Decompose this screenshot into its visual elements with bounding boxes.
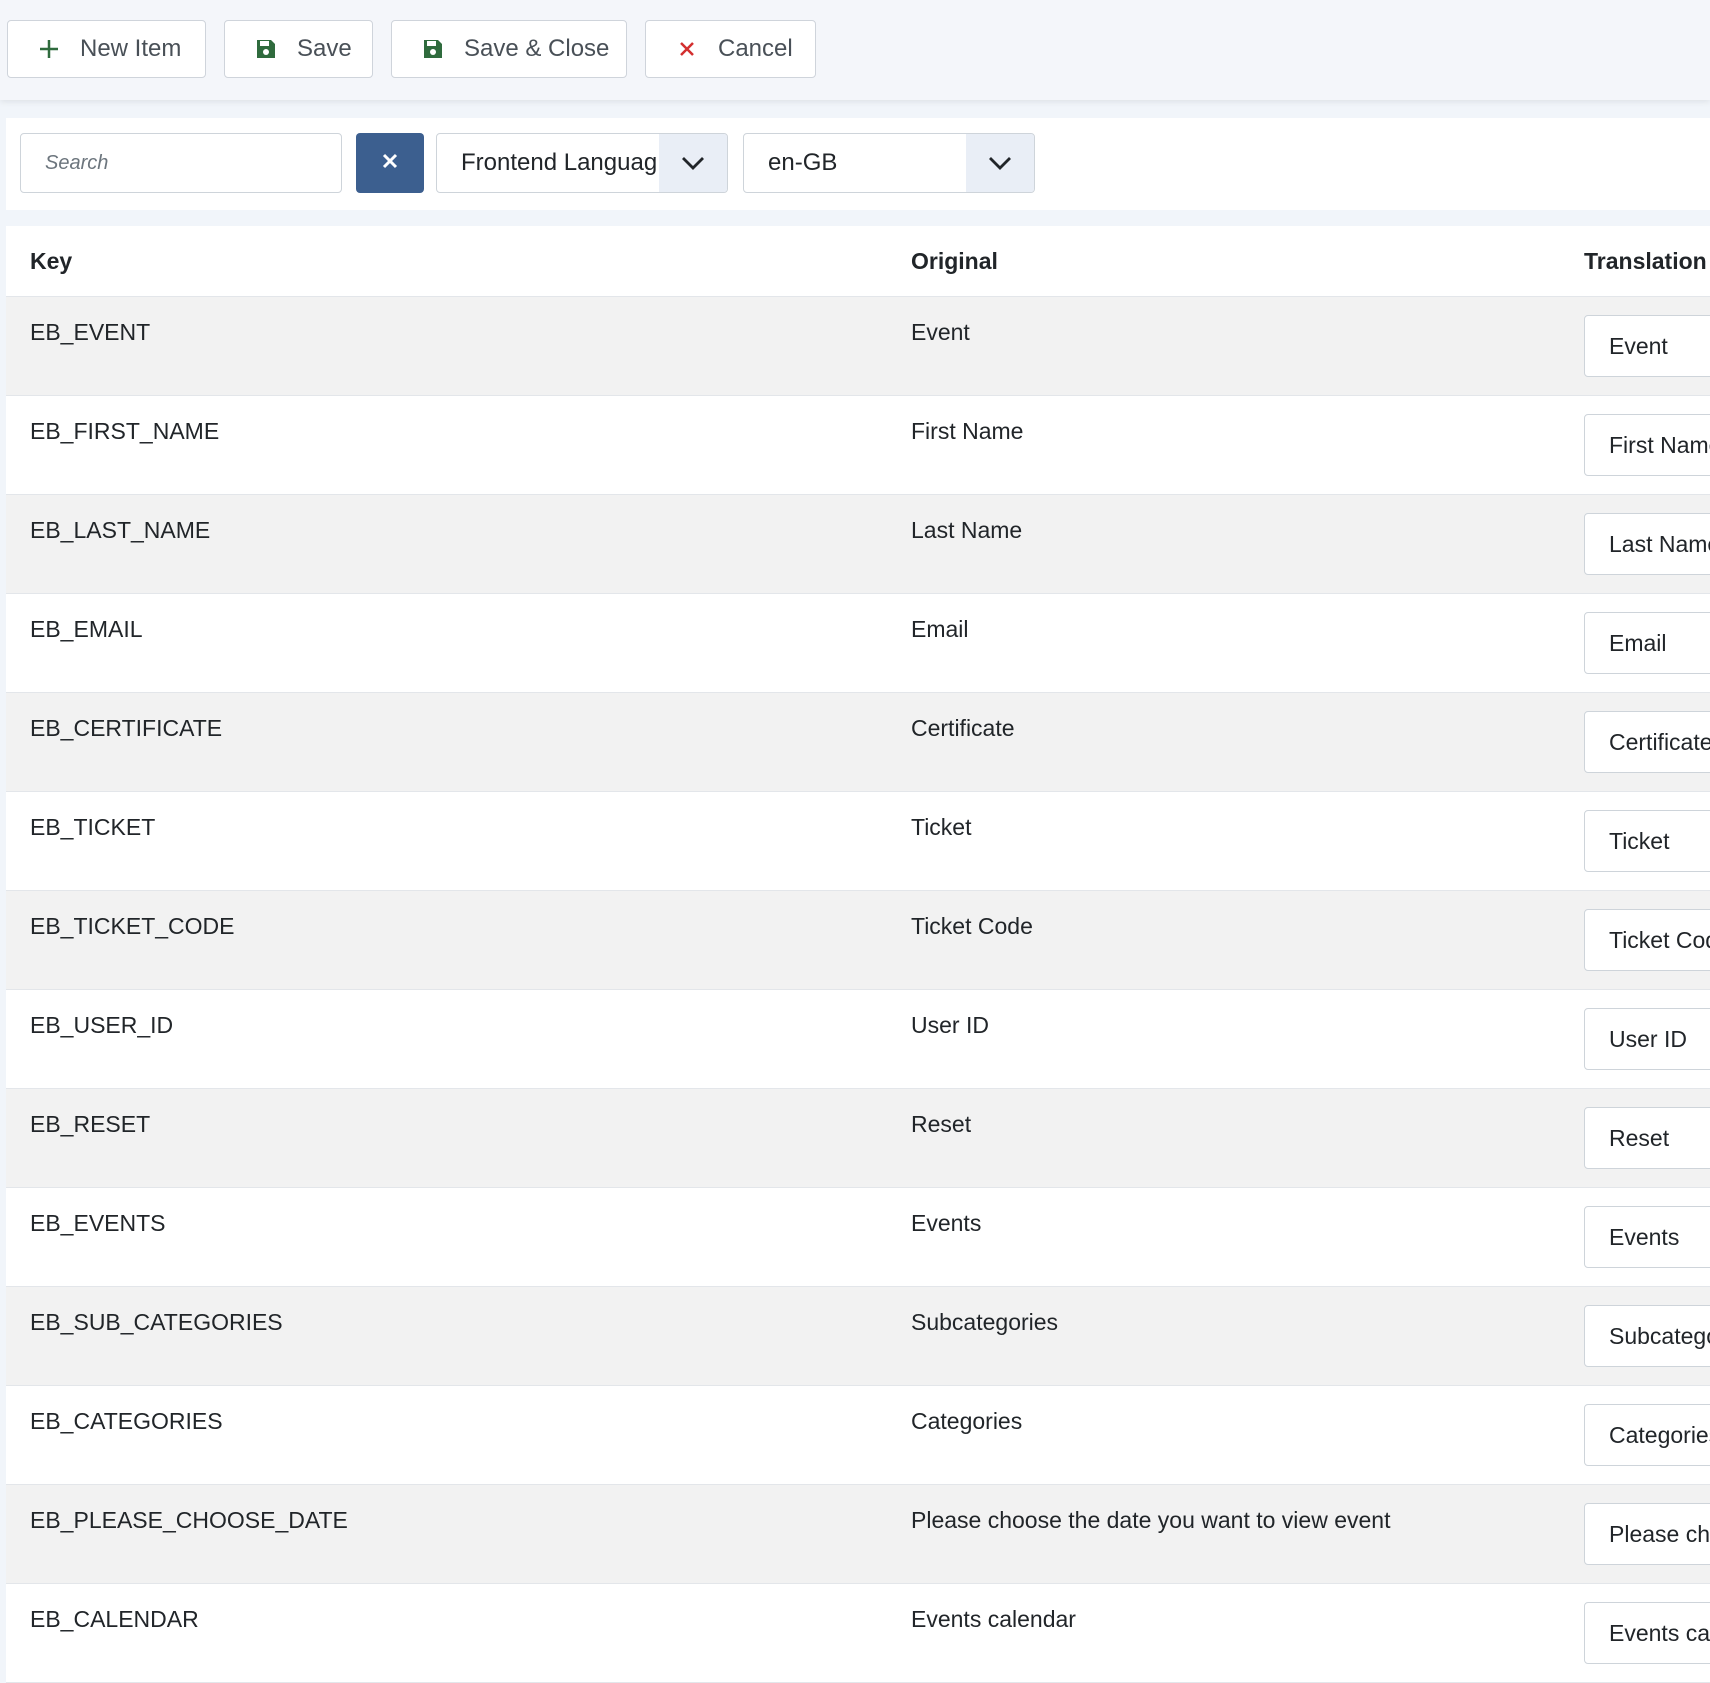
plus-icon xyxy=(34,34,64,64)
table-row: EB_CERTIFICATE Certificate xyxy=(6,693,1710,792)
header-translation: Translation xyxy=(1584,248,1707,274)
row-key: EB_SUB_CATEGORIES xyxy=(30,1309,283,1335)
row-key: EB_TICKET xyxy=(30,814,156,840)
row-key: EB_CATEGORIES xyxy=(30,1408,223,1434)
table-row: EB_LAST_NAME Last Name xyxy=(6,495,1710,594)
translation-input[interactable] xyxy=(1584,315,1710,377)
close-icon xyxy=(672,34,702,64)
table-header: Key Original Translation xyxy=(6,226,1710,297)
row-key: EB_EVENTS xyxy=(30,1210,166,1236)
table-row: EB_EVENT Event xyxy=(6,297,1710,396)
table-row: EB_FIRST_NAME First Name xyxy=(6,396,1710,495)
language-type-select[interactable]: Frontend Languag xyxy=(436,133,728,193)
header-key: Key xyxy=(30,248,73,274)
clear-search-button[interactable] xyxy=(356,133,424,193)
table-row: EB_TICKET_CODE Ticket Code xyxy=(6,891,1710,990)
row-key: EB_CERTIFICATE xyxy=(30,715,223,741)
table-row: EB_CATEGORIES Categories xyxy=(6,1386,1710,1485)
translation-input[interactable] xyxy=(1584,1206,1710,1268)
translation-input[interactable] xyxy=(1584,1602,1710,1664)
row-key: EB_TICKET_CODE xyxy=(30,913,235,939)
cancel-button[interactable]: Cancel xyxy=(645,20,816,78)
translation-table: Key Original Translation EB_EVENTEventEB… xyxy=(6,226,1710,1683)
save-label: Save xyxy=(297,35,352,62)
table-row: EB_SUB_CATEGORIES Subcategories xyxy=(6,1287,1710,1386)
row-original: Certificate xyxy=(911,715,1015,741)
new-item-button[interactable]: New Item xyxy=(7,20,206,78)
translation-input[interactable] xyxy=(1584,1305,1710,1367)
translation-input[interactable] xyxy=(1584,1503,1710,1565)
chevron-down-icon xyxy=(966,134,1034,192)
language-code-select[interactable]: en-GB xyxy=(743,133,1035,193)
row-original: Last Name xyxy=(911,517,1023,543)
table-row: EB_USER_ID User ID xyxy=(6,990,1710,1089)
row-key: EB_EVENT xyxy=(30,319,151,345)
table-row: EB_EVENTS Events xyxy=(6,1188,1710,1287)
row-key: EB_EMAIL xyxy=(30,616,143,642)
toolbar: New Item Save Save & Close Cancel xyxy=(0,0,1710,100)
translation-input[interactable] xyxy=(1584,1008,1710,1070)
save-button[interactable]: Save xyxy=(224,20,373,78)
close-icon xyxy=(381,152,399,175)
translation-input[interactable] xyxy=(1584,909,1710,971)
row-original: Please choose the date you want to view … xyxy=(911,1507,1391,1533)
header-original: Original xyxy=(911,248,998,274)
translation-input[interactable] xyxy=(1584,711,1710,773)
table-row: EB_TICKET Ticket xyxy=(6,792,1710,891)
language-code-value: en-GB xyxy=(768,149,838,176)
translation-input[interactable] xyxy=(1584,810,1710,872)
row-key: EB_USER_ID xyxy=(30,1012,174,1038)
row-original: Email xyxy=(911,616,969,642)
translation-input[interactable] xyxy=(1584,612,1710,674)
filter-bar: Frontend Languag en-GB xyxy=(6,118,1710,210)
row-original: Ticket xyxy=(911,814,972,840)
save-close-label: Save & Close xyxy=(464,35,610,62)
row-key: EB_PLEASE_CHOOSE_DATE xyxy=(30,1507,348,1533)
table-row: EB_RESET Reset xyxy=(6,1089,1710,1188)
row-original: Event xyxy=(911,319,970,345)
cancel-label: Cancel xyxy=(718,35,793,62)
row-original: Subcategories xyxy=(911,1309,1059,1335)
chevron-down-icon xyxy=(659,134,727,192)
translation-input[interactable] xyxy=(1584,1404,1710,1466)
save-close-button[interactable]: Save & Close xyxy=(391,20,627,78)
row-key: EB_LAST_NAME xyxy=(30,517,211,543)
table-row: EB_EMAIL Email xyxy=(6,594,1710,693)
row-original: Reset xyxy=(911,1111,972,1137)
row-original: Ticket Code xyxy=(911,913,1033,939)
table-row: EB_CALENDAR Events calendar xyxy=(6,1584,1710,1683)
row-original: Events xyxy=(911,1210,982,1236)
row-key: EB_CALENDAR xyxy=(30,1606,199,1632)
table-row: EB_PLEASE_CHOOSE_DATE Please choose the d… xyxy=(6,1485,1710,1584)
floppy-disk-icon xyxy=(418,34,448,64)
translation-input[interactable] xyxy=(1584,1107,1710,1169)
row-original: Events calendar xyxy=(911,1606,1076,1632)
row-original: User ID xyxy=(911,1012,989,1038)
row-key: EB_FIRST_NAME xyxy=(30,418,220,444)
translation-input[interactable] xyxy=(1584,414,1710,476)
language-type-value: Frontend Languag xyxy=(461,149,658,176)
row-original: Categories xyxy=(911,1408,1023,1434)
floppy-disk-icon xyxy=(251,34,281,64)
row-original: First Name xyxy=(911,418,1024,444)
new-item-label: New Item xyxy=(80,35,182,62)
search-input[interactable] xyxy=(20,133,342,193)
row-key: EB_RESET xyxy=(30,1111,151,1137)
translation-input[interactable] xyxy=(1584,513,1710,575)
